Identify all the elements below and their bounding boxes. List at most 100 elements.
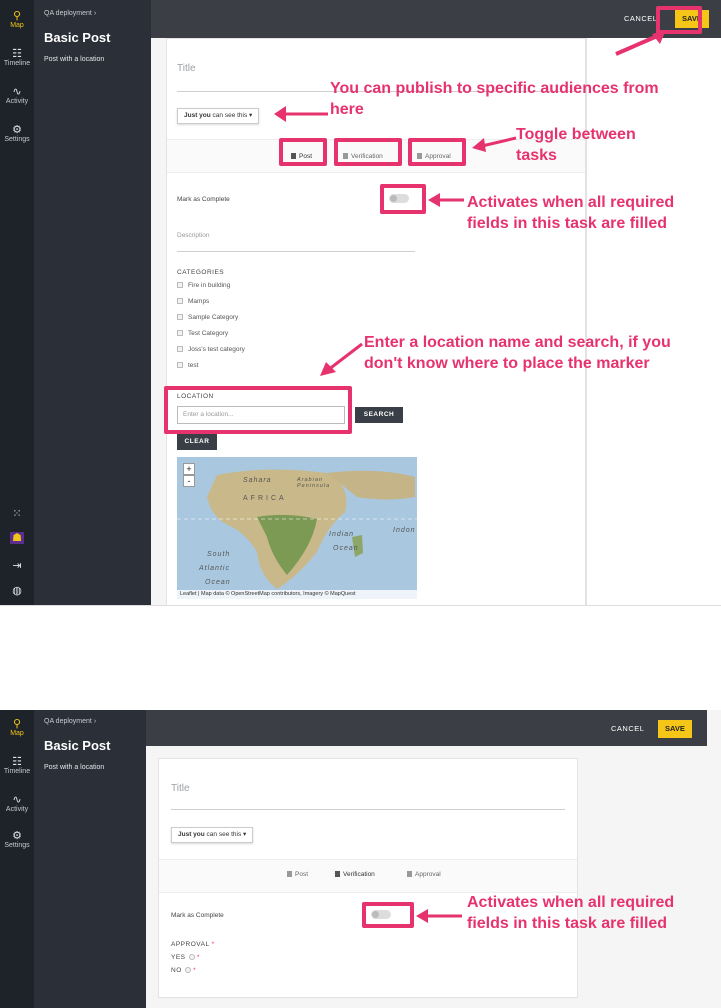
nav-timeline[interactable]: ☷ Timeline — [0, 756, 34, 775]
audience-owner: Just you — [184, 112, 211, 119]
nav-activity-label: Activity — [5, 98, 29, 105]
nav-map-label: Map — [10, 22, 24, 29]
tab-post[interactable]: Post — [287, 868, 308, 882]
screenshot-panel-1: ⚲ Map ☷ Timeline ∿ Activity ⚙ Settings ⁙ ☗ ⇥… — [0, 0, 721, 606]
toggle-highlight — [380, 184, 426, 214]
nav-settings[interactable]: ⚙ Settings — [0, 830, 34, 849]
checkbox-box[interactable] — [177, 330, 183, 336]
post-subtitle: Post with a location — [44, 56, 105, 63]
document-icon — [335, 871, 340, 877]
map-label: Indian — [329, 531, 355, 538]
help-button[interactable]: ◍ — [0, 585, 34, 597]
timeline-icon: ☷ — [12, 756, 22, 768]
nav-map-label: Map — [10, 730, 24, 737]
approval-label: APPROVAL * — [171, 941, 215, 948]
tab-verification[interactable]: Verification — [335, 868, 375, 882]
radio-no[interactable] — [184, 967, 191, 973]
gear-icon: ⚙ — [12, 830, 22, 842]
approval-no-option[interactable]: NO * — [171, 967, 196, 974]
globe-icon: ◍ — [12, 585, 22, 597]
document-icon — [287, 871, 292, 877]
description-underline — [177, 251, 415, 252]
required-mark: * — [193, 967, 197, 974]
nav-map[interactable]: ⚲ Map — [0, 718, 34, 737]
activity-icon: ∿ — [12, 794, 22, 806]
checkbox-box[interactable] — [177, 346, 183, 352]
category-checkbox[interactable]: Mamps — [177, 298, 209, 305]
zoom-out-button[interactable]: - — [183, 475, 195, 487]
annotation-activates: Activates when all required fields in th… — [467, 894, 675, 932]
nav-activity[interactable]: ∿ Activity — [0, 794, 34, 813]
grid-icon: ⁙ — [12, 508, 22, 520]
title-input[interactable]: Title — [171, 783, 190, 794]
zoom-in-button[interactable]: + — [183, 463, 195, 475]
nav-settings-label: Settings — [4, 136, 30, 143]
location-highlight — [164, 386, 352, 434]
nav-timeline[interactable]: ☷ Timeline — [0, 48, 34, 67]
nav-map[interactable]: ⚲ Map — [0, 10, 34, 29]
audience-select[interactable]: Just you can see this ▾ — [177, 108, 260, 124]
arrow-to-toggle — [416, 909, 462, 923]
nav-settings[interactable]: ⚙ Settings — [0, 124, 34, 143]
mark-complete-label: Mark as Complete — [171, 912, 224, 919]
checkbox-box[interactable] — [177, 298, 183, 304]
nav-activity-label: Activity — [5, 806, 29, 813]
approval-yes-option[interactable]: YES * — [171, 954, 200, 961]
category-checkbox[interactable]: Sample Category — [177, 314, 238, 321]
audience-owner: Just you — [178, 831, 205, 838]
category-checkbox[interactable]: Joss's test category — [177, 346, 245, 353]
chevron-down-icon: ▾ — [249, 112, 253, 119]
map-attribution: Leaflet | Map data © OpenStreetMap contr… — [177, 590, 417, 599]
apps-grid-button[interactable]: ⁙ — [0, 508, 34, 520]
user-avatar-button[interactable]: ☗ — [0, 532, 34, 544]
audience-text: can see this — [210, 112, 248, 119]
arrow-to-toggle — [428, 193, 464, 207]
post-form-card: Title Just you can see this ▾ Post Verif… — [158, 758, 578, 998]
tab-approval[interactable]: Approval — [407, 868, 441, 882]
document-icon — [407, 871, 412, 877]
activity-icon: ∿ — [12, 86, 22, 98]
category-checkbox[interactable]: Test Category — [177, 330, 228, 337]
tab-post-highlight — [279, 138, 327, 166]
location-map[interactable]: + - Sahara Arabian Peninsula AFRICA Indi… — [177, 457, 417, 599]
map-label: Sahara — [243, 477, 272, 484]
logout-button[interactable]: ⇥ — [0, 560, 34, 572]
description-input[interactable]: Description — [177, 232, 210, 239]
nav-activity[interactable]: ∿ Activity — [0, 86, 34, 105]
chevron-down-icon: ▾ — [243, 831, 247, 838]
title-underline — [171, 809, 565, 810]
timeline-icon: ☷ — [12, 48, 22, 60]
arrow-to-audience — [274, 106, 328, 122]
post-sidebar: QA deployment › Basic Post Post with a l… — [34, 710, 146, 1008]
tab-verification-highlight — [334, 138, 402, 166]
map-label: Arabian Peninsula — [297, 477, 331, 489]
checkbox-box[interactable] — [177, 314, 183, 320]
map-pin-icon: ⚲ — [12, 10, 22, 22]
arrow-to-tabs — [472, 136, 517, 152]
search-button[interactable]: SEARCH — [355, 407, 403, 423]
map-label: Atlantic — [199, 565, 230, 572]
arrow-to-location — [320, 342, 363, 376]
post-sidebar: QA deployment › Basic Post Post with a l… — [34, 0, 151, 605]
mark-complete-label: Mark as Complete — [177, 196, 230, 203]
checkbox-box[interactable] — [177, 362, 183, 368]
save-button[interactable]: SAVE — [658, 720, 692, 738]
radio-yes[interactable] — [188, 954, 195, 960]
category-checkbox[interactable]: test — [177, 362, 198, 369]
cancel-button[interactable]: CANCEL — [604, 720, 651, 738]
checkbox-box[interactable] — [177, 282, 183, 288]
annotation-toggle-tasks: Toggle between tasks — [516, 126, 636, 164]
top-toolbar: CANCEL SAVE — [146, 710, 707, 746]
audience-text: can see this — [204, 831, 242, 838]
breadcrumb[interactable]: QA deployment › — [44, 10, 96, 17]
audience-select[interactable]: Just you can see this ▾ — [171, 827, 254, 843]
category-checkbox[interactable]: Fire in building — [177, 282, 230, 289]
page-title: Basic Post — [44, 30, 111, 45]
toggle-highlight — [362, 902, 414, 928]
annotation-location: Enter a location name and search, if you… — [364, 334, 671, 372]
breadcrumb[interactable]: QA deployment › — [44, 718, 96, 725]
title-input[interactable]: Title — [177, 63, 196, 74]
clear-button[interactable]: CLEAR — [177, 434, 217, 450]
page-title: Basic Post — [44, 738, 111, 753]
avatar-icon: ☗ — [10, 532, 24, 544]
